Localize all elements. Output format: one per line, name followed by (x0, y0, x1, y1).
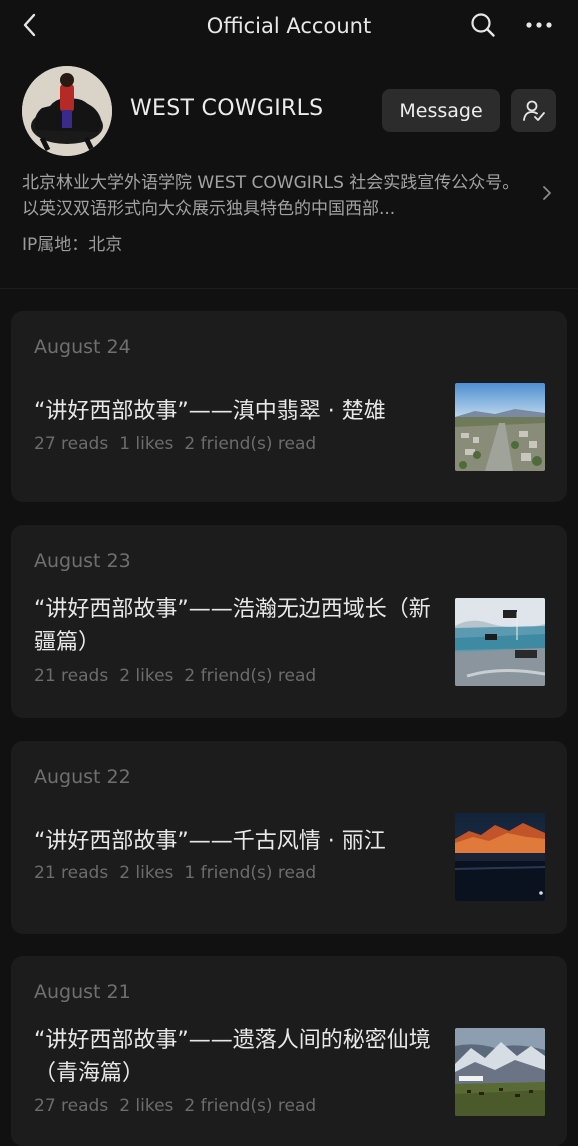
article-stats: 27 reads 2 likes 2 friend(s) read (34, 1096, 327, 1116)
city-landscape-image (455, 383, 545, 471)
more-horizontal-icon (526, 22, 552, 28)
back-button[interactable] (12, 6, 48, 44)
like-count: 2 likes (119, 863, 174, 883)
divider (0, 288, 578, 289)
like-count: 2 likes (119, 666, 174, 686)
article-card[interactable]: August 22 “讲好西部故事”——千古风情 · 丽江 21 reads 2 … (11, 741, 567, 934)
article-date: August 24 (34, 336, 131, 358)
article-card[interactable]: August 23 “讲好西部故事”——浩瀚无边西域长（新疆篇） 21 read… (11, 525, 567, 718)
article-date: August 23 (34, 550, 131, 572)
search-button[interactable] (466, 8, 500, 42)
account-avatar[interactable] (22, 66, 112, 156)
article-title[interactable]: “讲好西部故事”——浩瀚无边西域长（新疆篇） (34, 593, 434, 659)
avatar-image (22, 66, 112, 156)
grassland-mountain-image (455, 1028, 545, 1116)
account-name: WEST COWGIRLS (130, 96, 324, 121)
ip-location: IP属地：北京 (22, 235, 123, 255)
read-count: 27 reads (34, 1096, 109, 1116)
article-title[interactable]: “讲好西部故事”——千古风情 · 丽江 (34, 825, 434, 858)
page-title: Official Account (206, 14, 372, 38)
follow-button[interactable] (511, 89, 556, 132)
article-date: August 22 (34, 766, 131, 788)
search-icon (471, 13, 495, 37)
article-thumbnail[interactable] (455, 598, 545, 686)
friends-read: 1 friend(s) read (184, 863, 317, 883)
friends-read: 2 friend(s) read (184, 1096, 317, 1116)
read-count: 21 reads (34, 863, 109, 883)
article-stats: 27 reads 1 likes 2 friend(s) read (34, 434, 327, 454)
article-stats: 21 reads 2 likes 1 friend(s) read (34, 863, 327, 883)
article-card[interactable]: August 24 “讲好西部故事”——滇中翡翠 · 楚雄 27 reads 1 … (11, 311, 567, 502)
like-count: 1 likes (119, 434, 174, 454)
top-nav-bar: Official Account (0, 0, 578, 52)
mountain-sunset-image (455, 813, 545, 901)
description-expand-button[interactable] (538, 182, 556, 204)
article-title[interactable]: “讲好西部故事”——遗落人间的秘密仙境 （青海篇） (34, 1024, 434, 1090)
chevron-right-icon (543, 186, 551, 200)
more-button[interactable] (521, 8, 557, 42)
like-count: 2 likes (119, 1096, 174, 1116)
friends-read: 2 friend(s) read (184, 434, 317, 454)
read-count: 27 reads (34, 434, 109, 454)
article-card[interactable]: August 21 “讲好西部故事”——遗落人间的秘密仙境 （青海篇） 27 r… (11, 956, 567, 1146)
read-count: 21 reads (34, 666, 109, 686)
user-check-icon (522, 100, 545, 121)
friends-read: 2 friend(s) read (184, 666, 317, 686)
article-date: August 21 (34, 981, 131, 1003)
account-profile: WEST COWGIRLS Message 北京林业大学外语学院 WEST CO… (0, 52, 578, 288)
article-stats: 21 reads 2 likes 2 friend(s) read (34, 666, 327, 686)
account-description[interactable]: 北京林业大学外语学院 WEST COWGIRLS 社会实践宣传公众号。以英汉双语… (22, 170, 532, 222)
article-title[interactable]: “讲好西部故事”——滇中翡翠 · 楚雄 (34, 395, 434, 428)
message-button[interactable]: Message (382, 89, 500, 132)
article-thumbnail[interactable] (455, 383, 545, 471)
chevron-left-icon (23, 13, 36, 37)
lake-landscape-image (455, 598, 545, 686)
article-thumbnail[interactable] (455, 813, 545, 901)
article-thumbnail[interactable] (455, 1028, 545, 1116)
